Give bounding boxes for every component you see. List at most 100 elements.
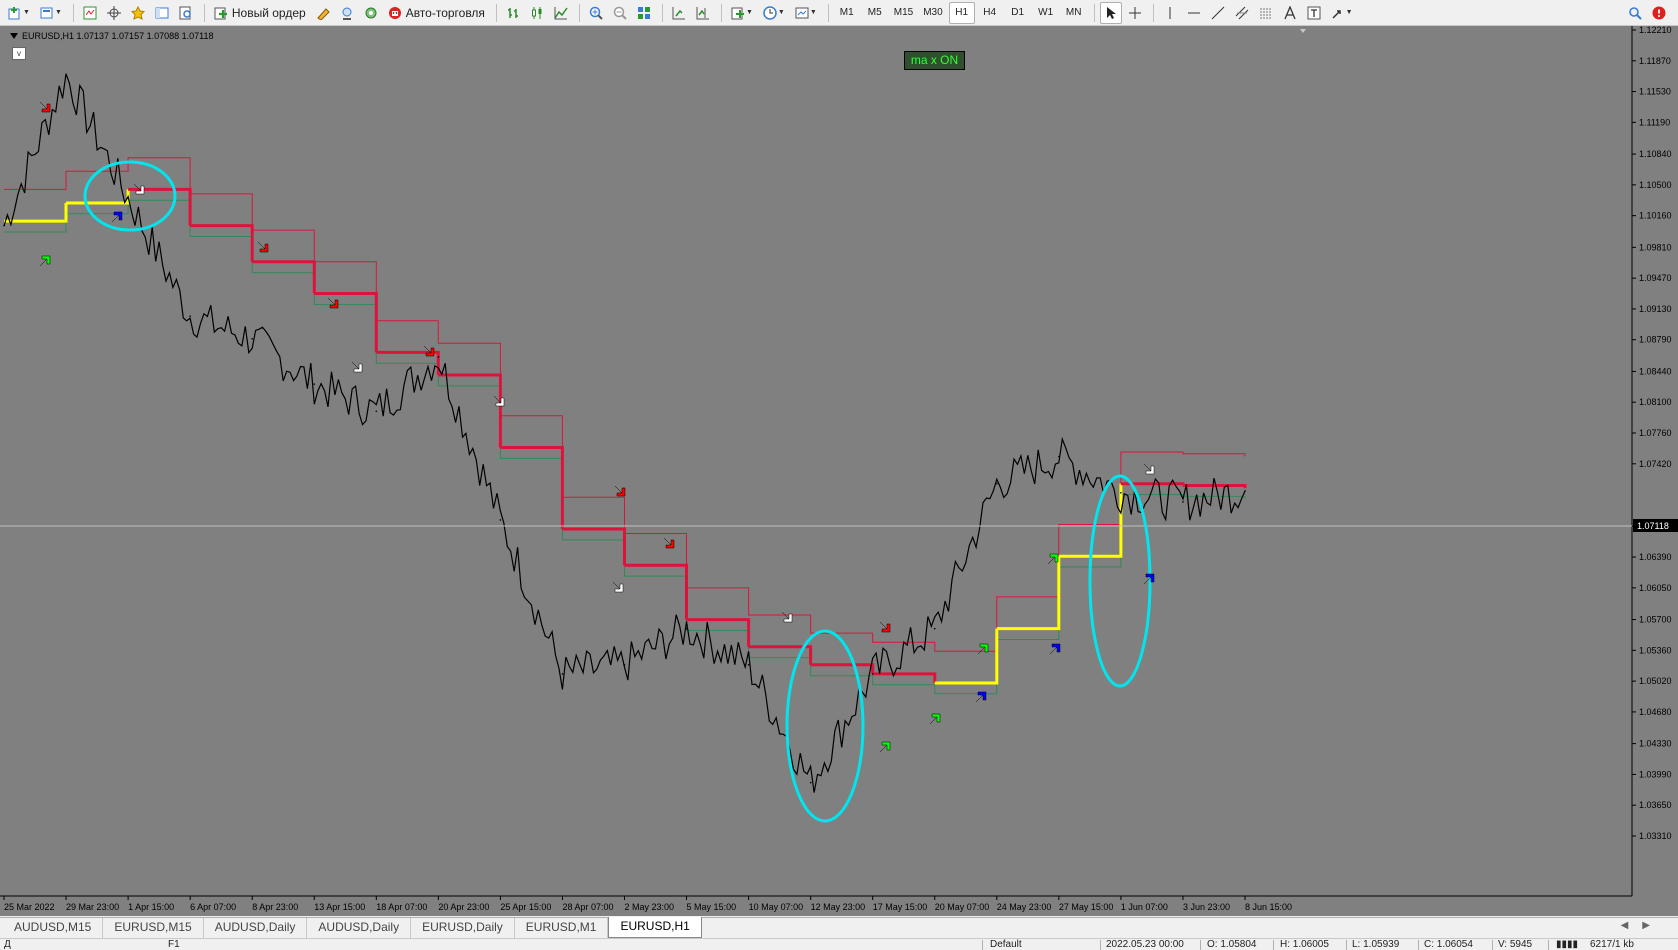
trendline-icon	[1211, 6, 1225, 19]
price-tick-label: 1.11530	[1639, 87, 1671, 97]
collapse-triangle-icon[interactable]	[10, 33, 18, 39]
horizontal-line-button[interactable]	[1183, 2, 1205, 24]
cursor-arrow-icon	[1106, 6, 1116, 19]
timeframe-d1-button[interactable]: D1	[1005, 2, 1031, 24]
timeframe-m5-button[interactable]: M5	[862, 2, 888, 24]
status-close: C: 1.06054	[1424, 939, 1473, 950]
indicators-button[interactable]: ▼	[727, 2, 757, 24]
autotrading-button[interactable]: Авто-торговля	[384, 2, 489, 24]
price-tick-label: 1.06390	[1639, 552, 1672, 562]
indicator-toggle-button[interactable]: v	[12, 47, 26, 60]
templates-button[interactable]: ▼	[791, 2, 821, 24]
timeframe-w1-button[interactable]: W1	[1033, 2, 1059, 24]
zoom-in-icon	[589, 6, 603, 20]
price-tick-label: 1.08100	[1639, 397, 1672, 407]
toolbar-separator	[827, 3, 829, 22]
tile-windows-button[interactable]	[633, 2, 655, 24]
time-tick-label: 6 Apr 07:00	[190, 902, 236, 912]
magnifier-doc-icon	[179, 6, 191, 19]
price-tick-label: 1.04330	[1639, 739, 1672, 749]
price-chart[interactable]: 1.12210 1.11870 1.11530 1.11190 1.10840 1.105…	[0, 26, 1678, 916]
time-tick-label: 1 Apr 15:00	[128, 902, 174, 912]
ma-crossover-button[interactable]: ma x ON	[904, 51, 965, 70]
line-chart-button[interactable]	[550, 2, 572, 24]
toolbar-separator	[578, 3, 580, 22]
chart-tab[interactable]: EURUSD,Daily	[411, 918, 515, 938]
new-chart-icon	[8, 6, 20, 19]
connection-bars-icon: ▮▮▮▮	[1556, 939, 1579, 950]
arrows-tool-button[interactable]: ▼	[1327, 2, 1357, 24]
chart-window[interactable]: 1.12210 1.11870 1.11530 1.11190 1.10840 1.105…	[0, 26, 1678, 916]
price-tick-label: 1.05360	[1639, 645, 1672, 655]
fibonacci-button[interactable]	[1255, 2, 1277, 24]
current-price-label: 1.07118	[1637, 521, 1669, 531]
price-point	[1058, 455, 1060, 458]
chart-tab-active[interactable]: EURUSD,H1	[608, 917, 702, 938]
new-order-label: Новый ордер	[231, 5, 306, 20]
equidistant-channel-button[interactable]	[1231, 2, 1253, 24]
text-tool-button[interactable]	[1279, 2, 1301, 24]
zoom-in-button[interactable]	[585, 2, 607, 24]
market-button[interactable]	[360, 2, 382, 24]
metaeditor-button[interactable]	[312, 2, 334, 24]
new-chart-button[interactable]: ▼	[4, 2, 34, 24]
candlestick-button[interactable]	[526, 2, 548, 24]
time-axis-labels: 25 Mar 2022 29 Mar 23:00 1 Apr 15:00 6 Apr …	[3, 896, 1292, 912]
terminal-button[interactable]	[151, 2, 173, 24]
price-point	[313, 383, 316, 385]
status-traffic: 6217/1 kb	[1590, 939, 1634, 950]
status-profile: Default	[990, 939, 1022, 950]
chart-tab[interactable]: AUDUSD,M15	[3, 918, 104, 938]
price-tick-label: 1.09130	[1639, 304, 1672, 314]
zoom-out-button[interactable]	[609, 2, 631, 24]
cursor-tool-button[interactable]	[1099, 1, 1122, 24]
line-chart-icon	[554, 6, 568, 19]
bar-chart-button[interactable]	[502, 2, 524, 24]
new-order-button[interactable]: Новый ордер	[210, 2, 310, 24]
price-tick-label: 1.08790	[1639, 335, 1672, 345]
tab-scroll-right-icon[interactable]: ▶	[1642, 920, 1664, 931]
channel-icon	[1235, 6, 1249, 19]
status-left-text: Д	[4, 939, 11, 950]
price-tick-label: 1.06050	[1639, 583, 1672, 593]
chart-tab[interactable]: AUDUSD,Daily	[307, 918, 412, 938]
data-window-button[interactable]	[103, 2, 125, 24]
timeframe-m15-button[interactable]: M15	[890, 2, 917, 24]
price-tick-label: 1.10160	[1639, 211, 1672, 221]
chart-tab[interactable]: AUDUSD,Daily	[204, 918, 308, 938]
chart-tab[interactable]: EURUSD,M1	[515, 918, 609, 938]
price-point	[685, 627, 688, 630]
chart-tab[interactable]: EURUSD,M15	[103, 918, 204, 938]
price-tick-label: 1.07760	[1639, 428, 1672, 438]
chart-shift-button[interactable]	[692, 2, 714, 24]
tab-scroll-left-icon[interactable]: ◀	[1621, 920, 1643, 931]
vertical-line-button[interactable]	[1159, 2, 1181, 24]
timeframe-m1-button[interactable]: M1	[834, 2, 860, 24]
navigator-button[interactable]	[127, 2, 149, 24]
profiles-button[interactable]: ▼	[36, 2, 66, 24]
navigator-star-icon	[130, 5, 145, 20]
status-volume: V: 5945	[1498, 939, 1533, 950]
timeframe-h4-button[interactable]: H4	[977, 2, 1003, 24]
price-point	[871, 673, 874, 675]
text-label-button[interactable]	[1303, 2, 1325, 24]
search-button[interactable]	[1624, 2, 1646, 24]
crosshair-icon	[1128, 6, 1141, 19]
text-a-icon	[1284, 5, 1296, 19]
status-low: L: 1.05939	[1352, 939, 1400, 950]
periods-button[interactable]: ▼	[759, 2, 789, 24]
crosshair-tool-button[interactable]	[1124, 2, 1146, 24]
timeframe-m30-button[interactable]: M30	[919, 2, 946, 24]
autoscroll-button[interactable]	[668, 2, 690, 24]
new-order-icon	[214, 7, 227, 19]
signals-button[interactable]	[336, 2, 358, 24]
strategy-tester-button[interactable]	[175, 2, 197, 24]
notifications-button[interactable]	[1648, 2, 1670, 24]
trendline-button[interactable]	[1207, 2, 1229, 24]
time-tick-label: 27 May 15:00	[1059, 902, 1114, 912]
timeframe-mn-button[interactable]: MN	[1061, 2, 1087, 24]
tab-scroll-arrows[interactable]: ◀▶	[1621, 920, 1664, 931]
timeframe-h1-button[interactable]: H1	[948, 1, 975, 24]
market-watch-button[interactable]	[79, 2, 101, 24]
toolbar-separator	[203, 3, 205, 22]
